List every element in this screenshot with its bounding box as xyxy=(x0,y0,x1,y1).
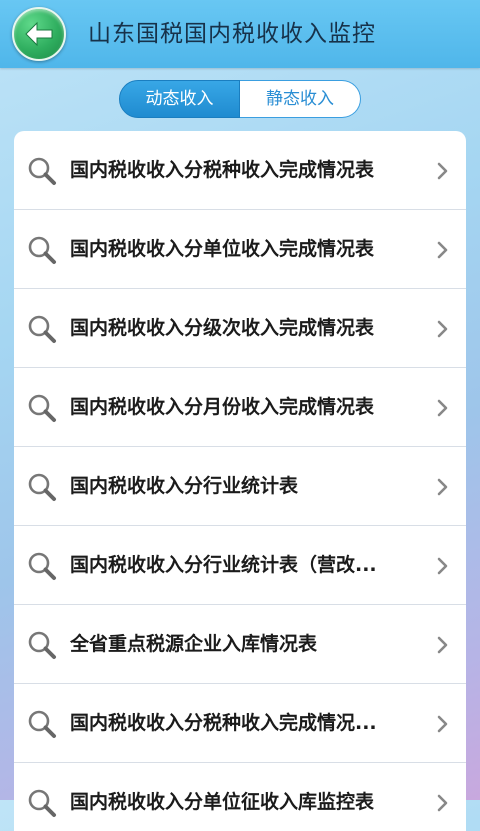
chevron-right-icon xyxy=(436,398,448,418)
list-item-label: 国内税收收入分行业统计表 xyxy=(70,475,299,497)
tab-static-income[interactable]: 静态收入 xyxy=(240,80,361,118)
list-item[interactable]: 国内税收收入分行业统计表（营改... xyxy=(14,526,466,605)
chevron-right-icon xyxy=(436,240,448,260)
chevron-right-icon xyxy=(436,635,448,655)
list-item-label: 国内税收收入分月份收入完成情况表 xyxy=(70,396,375,418)
list-item-label: 国内税收收入分单位收入完成情况表 xyxy=(70,238,375,260)
back-button[interactable] xyxy=(12,7,66,61)
chevron-right-icon xyxy=(436,161,448,181)
search-icon xyxy=(26,155,58,187)
list-item-label: 全省重点税源企业入库情况表 xyxy=(70,633,318,655)
list-item-label: 国内税收收入分单位征收入库监控表 xyxy=(70,791,375,813)
search-icon xyxy=(26,787,58,819)
search-icon xyxy=(26,313,58,345)
search-icon xyxy=(26,708,58,740)
chevron-right-icon xyxy=(436,319,448,339)
list-item[interactable]: 全省重点税源企业入库情况表 xyxy=(14,605,466,684)
list-item-label: 国内税收收入分级次收入完成情况表 xyxy=(70,317,375,339)
chevron-right-icon xyxy=(436,793,448,813)
page-title: 山东国税国内税收收入监控 xyxy=(88,21,376,47)
list-item-label: 国内税收收入分税种收入完成情况表 xyxy=(70,159,375,181)
report-list: 国内税收收入分税种收入完成情况表 国内税收收入分单位收入完成情况表 国内税收收入分级… xyxy=(14,131,466,831)
search-icon xyxy=(26,550,58,582)
list-item[interactable]: 国内税收收入分月份收入完成情况表 xyxy=(14,368,466,447)
chevron-right-icon xyxy=(436,556,448,576)
chevron-right-icon xyxy=(436,714,448,734)
list-item[interactable]: 国内税收收入分税种收入完成情况表 xyxy=(14,131,466,210)
tab-switch: 动态收入 静态收入 xyxy=(119,80,361,118)
list-item[interactable]: 国内税收收入分单位征收入库监控表 xyxy=(14,763,466,831)
list-item[interactable]: 国内税收收入分行业统计表 xyxy=(14,447,466,526)
tab-dynamic-income[interactable]: 动态收入 xyxy=(119,80,240,118)
back-arrow-icon xyxy=(25,21,53,47)
chevron-right-icon xyxy=(436,477,448,497)
list-item-label: 国内税收收入分行业统计表（营改... xyxy=(70,554,377,576)
list-item-label: 国内税收收入分税种收入完成情况... xyxy=(70,712,377,734)
search-icon xyxy=(26,471,58,503)
list-item[interactable]: 国内税收收入分税种收入完成情况... xyxy=(14,684,466,763)
list-item[interactable]: 国内税收收入分单位收入完成情况表 xyxy=(14,210,466,289)
list-item[interactable]: 国内税收收入分级次收入完成情况表 xyxy=(14,289,466,368)
search-icon xyxy=(26,234,58,266)
title-bar: 山东国税国内税收收入监控 xyxy=(0,0,480,68)
search-icon xyxy=(26,392,58,424)
search-icon xyxy=(26,629,58,661)
